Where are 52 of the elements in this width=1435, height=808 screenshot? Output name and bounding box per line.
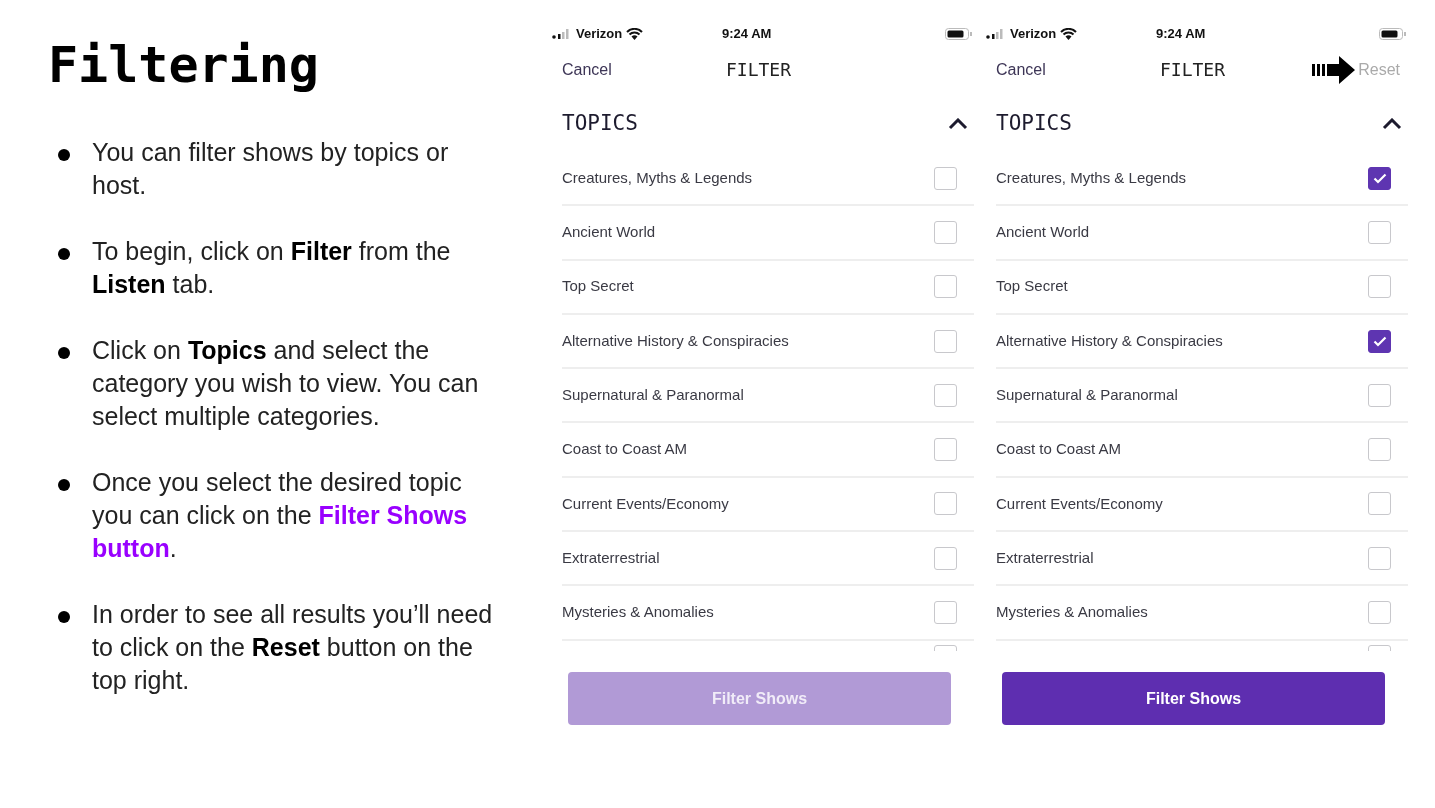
- checkbox[interactable]: [1368, 166, 1391, 190]
- chevron-icon[interactable]: [948, 118, 968, 130]
- bullet-icon: [58, 347, 70, 359]
- wifi-icon: [1060, 28, 1078, 40]
- bullet-text: To begin, click on Filter from the Listen tab.: [92, 236, 452, 300]
- topic-label: Supernatural & Paranormal: [996, 385, 1178, 406]
- topic-label: Mysteries & Anomalies: [562, 602, 714, 623]
- screen-title: FILTER: [726, 59, 793, 81]
- bullet-icon: [58, 611, 70, 623]
- checkbox[interactable]: [1368, 329, 1391, 353]
- section-title: TOPICS: [996, 111, 1072, 137]
- bullet-text: In order to see all results you’ll need to click on the Reset button on the top right.: [92, 599, 494, 696]
- carrier-name: Verizon: [576, 25, 623, 44]
- signal-icon: [986, 29, 1006, 39]
- chevron-icon[interactable]: [1382, 118, 1402, 130]
- signal-icon: [552, 29, 572, 39]
- topic-label: Supernatural & Paranormal: [562, 385, 744, 406]
- topic-label: Creatures, Myths & Legends: [562, 167, 753, 188]
- bullet-icon: [58, 149, 70, 161]
- bullet-text: You can filter shows by topics or host.: [92, 137, 450, 201]
- cancel-button[interactable]: Cancel: [996, 58, 1160, 82]
- topic-label: Ancient World: [996, 222, 1090, 243]
- filter-shows-button[interactable]: Filter Shows: [1002, 672, 1385, 725]
- carrier-name: Verizon: [1010, 25, 1057, 44]
- topic-label: Coast to Coast AM: [996, 439, 1122, 460]
- topic-label: Creatures, Myths & Legends: [996, 167, 1187, 188]
- cancel-button[interactable]: Cancel: [562, 58, 726, 82]
- checkmark-icon: [1372, 335, 1387, 347]
- topic-label: Top Secret: [562, 276, 634, 297]
- topic-label: Alternative History & Conspiracies: [562, 330, 789, 351]
- battery-icon: [945, 28, 972, 40]
- bullet-text: Once you select the desired topic you can click on the Filter Shows button.: [92, 467, 469, 564]
- bullet-icon: [58, 248, 70, 260]
- topic-label: Extraterrestrial: [562, 547, 660, 568]
- topic-label: Current Events/Economy: [996, 493, 1163, 514]
- bullet-text: Click on Topics and select the category you wish to view. You can select multiple categories.: [92, 335, 480, 432]
- topic-label: Extraterrestrial: [996, 547, 1094, 568]
- topic-label: Ancient World: [562, 222, 656, 243]
- status-time: 9:24 AM: [722, 26, 772, 42]
- status-time: 9:24 AM: [1156, 26, 1206, 42]
- topic-label: Current Events/Economy: [562, 493, 729, 514]
- topic-label: Mysteries & Anomalies: [996, 602, 1148, 623]
- checkmark-icon: [1372, 172, 1387, 184]
- topic-label: Top Secret: [996, 276, 1068, 297]
- screen-title: FILTER: [1160, 59, 1227, 81]
- battery-icon: [1379, 28, 1406, 40]
- wifi-icon: [626, 28, 644, 40]
- topic-label: Coast to Coast AM: [562, 439, 688, 460]
- topic-label: Alternative History & Conspiracies: [996, 330, 1223, 351]
- bullet-icon: [58, 479, 70, 491]
- section-title: TOPICS: [562, 111, 638, 137]
- slide-title: Filtering: [48, 40, 320, 90]
